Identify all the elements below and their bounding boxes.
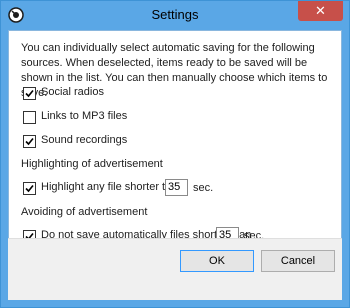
checkbox-links-mp3[interactable] <box>23 111 36 124</box>
checkmark-icon <box>25 89 34 98</box>
label-sound-recordings: Sound recordings <box>41 134 128 146</box>
highlight-seconds-input[interactable]: 35 <box>165 179 188 196</box>
checkbox-social-radios[interactable] <box>23 87 36 100</box>
checkbox-highlight[interactable] <box>23 182 36 195</box>
settings-dialog: Settings ✕ You can individually select a… <box>0 0 350 308</box>
checkbox-sound-recordings[interactable] <box>23 135 36 148</box>
highlight-unit-label: sec. <box>193 182 214 194</box>
button-bar: OK Cancel <box>8 238 342 300</box>
ok-button[interactable]: OK <box>180 250 254 272</box>
label-links-mp3: Links to MP3 files <box>41 110 128 122</box>
highlighting-section-title: Highlighting of advertisement <box>21 158 163 170</box>
label-highlight: Highlight any file shorter than <box>41 181 184 193</box>
checkmark-icon <box>25 137 34 146</box>
close-button[interactable]: ✕ <box>298 1 343 21</box>
label-social-radios: Social radios <box>41 86 104 98</box>
avoiding-section-title: Avoiding of advertisement <box>21 206 148 218</box>
checkmark-icon <box>25 184 34 193</box>
window-title: Settings <box>151 7 199 22</box>
cancel-button[interactable]: Cancel <box>261 250 335 272</box>
title-bar[interactable]: Settings ✕ <box>1 1 349 30</box>
